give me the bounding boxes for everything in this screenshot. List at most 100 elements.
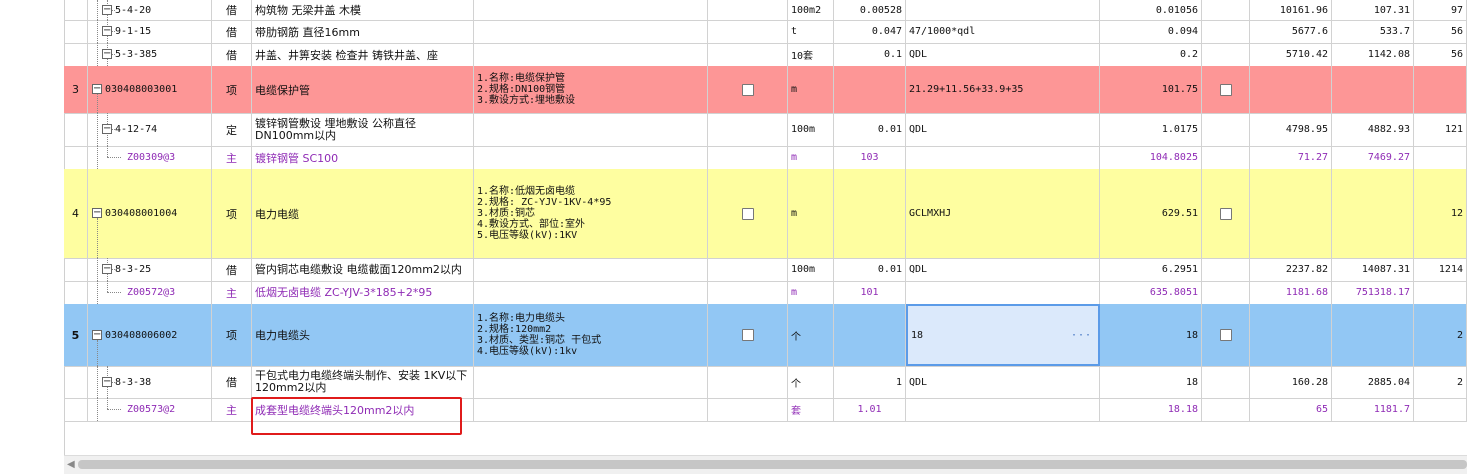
feature-cell[interactable] — [474, 0, 708, 20]
formula-cell[interactable]: QDL — [906, 43, 1100, 66]
total-cell[interactable] — [1332, 66, 1414, 113]
code-cell[interactable]: −5-3-385 — [88, 43, 212, 66]
qty-cell[interactable] — [834, 304, 906, 366]
eng-qty-cell[interactable]: 0.01056 — [1100, 0, 1202, 20]
total-cell[interactable]: 2885.04 — [1332, 366, 1414, 398]
formula-cell[interactable] — [906, 146, 1100, 169]
checkbox-cell-2[interactable] — [1202, 398, 1250, 421]
list-item-row[interactable]: 4 −030408001004 项 电力电缆 1.名称:低烟无卤电缆 2.规格: ZC-… — [64, 169, 1467, 259]
code-cell[interactable]: −9-1-15 — [88, 20, 212, 43]
eng-qty-cell[interactable]: 0.094 — [1100, 20, 1202, 43]
qty-cell[interactable]: 0.047 — [834, 20, 906, 43]
overflow-cell[interactable]: 121 — [1414, 113, 1467, 146]
overflow-cell[interactable] — [1414, 398, 1467, 421]
formula-cell[interactable]: 21.29+11.56+33.9+35 — [906, 66, 1100, 113]
checkbox-cell[interactable] — [708, 169, 788, 258]
feature-cell[interactable]: 1.名称:电力电缆头 2.规格:120mm2 3.材质、类型:铜芯 干包式 4.… — [474, 304, 708, 366]
type-cell[interactable]: 借 — [212, 0, 252, 20]
qty-cell[interactable]: 0.1 — [834, 43, 906, 66]
checkbox[interactable] — [741, 207, 754, 220]
checkbox-cell-2[interactable] — [1202, 20, 1250, 43]
name-cell[interactable]: 镀锌钢管敷设 埋地敷设 公称直径DN100mm以内 — [252, 113, 474, 146]
minus-box-icon[interactable]: − — [102, 124, 112, 134]
type-cell[interactable]: 借 — [212, 20, 252, 43]
row-number-cell[interactable] — [64, 20, 88, 43]
minus-box-icon[interactable]: − — [92, 84, 102, 94]
total-cell[interactable]: 107.31 — [1332, 0, 1414, 20]
material-row[interactable]: Z00309@3 主 镀锌钢管 SC100 m 103 104.8025 71.27 7469… — [64, 146, 1467, 170]
total-cell[interactable]: 533.7 — [1332, 20, 1414, 43]
name-cell[interactable]: 管内铜芯电缆敷设 电缆截面120mm2以内 — [252, 258, 474, 281]
feature-cell[interactable] — [474, 113, 708, 146]
row-number-cell[interactable] — [64, 0, 88, 20]
formula-cell[interactable]: QDL — [906, 113, 1100, 146]
total-cell[interactable]: 4882.93 — [1332, 113, 1414, 146]
eng-qty-cell[interactable]: 635.8051 — [1100, 281, 1202, 304]
row-number-cell[interactable] — [64, 113, 88, 146]
code-cell[interactable]: −4-12-74 — [88, 113, 212, 146]
checkbox[interactable] — [741, 329, 754, 341]
qty-cell[interactable] — [834, 66, 906, 113]
unit-cell[interactable]: 100m — [788, 113, 834, 146]
unit-price-cell[interactable]: 2237.82 — [1250, 258, 1332, 281]
unit-price-cell[interactable]: 1181.68 — [1250, 281, 1332, 304]
minus-box-icon[interactable]: − — [102, 5, 112, 15]
type-cell[interactable]: 借 — [212, 43, 252, 66]
code-cell[interactable]: −030408001004 — [88, 169, 212, 258]
quota-row[interactable]: −9-1-15 借 带肋钢筋 直径16mm t 0.047 47/1000*qdl 0.09… — [64, 20, 1467, 44]
checkbox-cell[interactable] — [708, 43, 788, 66]
code-cell[interactable]: −5-4-20 — [88, 0, 212, 20]
unit-price-cell[interactable] — [1250, 304, 1332, 366]
name-cell[interactable]: 电力电缆头 — [252, 304, 474, 366]
qty-cell[interactable]: 0.01 — [834, 113, 906, 146]
type-cell[interactable]: 主 — [212, 398, 252, 421]
checkbox-cell[interactable] — [708, 66, 788, 113]
total-cell[interactable]: 751318.17 — [1332, 281, 1414, 304]
name-cell[interactable]: 干包式电力电缆终端头制作、安装 1KV以下 120mm2以内 — [252, 366, 474, 398]
overflow-cell[interactable]: 12 — [1414, 169, 1467, 258]
material-row[interactable]: Z00572@3 主 低烟无卤电缆 ZC-YJV-3*185+2*95 m 101 635… — [64, 281, 1467, 305]
eng-qty-cell[interactable]: 1.0175 — [1100, 113, 1202, 146]
minus-box-icon[interactable]: − — [92, 208, 102, 218]
row-number-cell[interactable] — [64, 43, 88, 66]
name-cell[interactable]: 电缆保护管 — [252, 66, 474, 113]
row-number-cell[interactable] — [64, 146, 88, 169]
feature-cell[interactable] — [474, 43, 708, 66]
feature-cell[interactable] — [474, 366, 708, 398]
code-cell[interactable]: −8-3-25 — [88, 258, 212, 281]
unit-cell[interactable]: 100m — [788, 258, 834, 281]
feature-cell[interactable] — [474, 281, 708, 304]
feature-cell[interactable]: 1.名称:低烟无卤电缆 2.规格: ZC-YJV-1KV-4*95 3.材质:铜… — [474, 169, 708, 258]
overflow-cell[interactable]: 97 — [1414, 0, 1467, 20]
feature-cell[interactable]: 1.名称:电缆保护管 2.规格:DN100钢管 3.敷设方式:埋地敷设 — [474, 66, 708, 113]
quota-row[interactable]: −5-4-20 借 构筑物 无梁井盖 木模 100m2 0.00528 0.01056 10… — [64, 0, 1467, 21]
quota-row[interactable]: −5-3-385 借 井盖、井箅安装 检查井 铸铁井盖、座 10套 0.1 QDL 0.2 5… — [64, 43, 1467, 67]
unit-cell[interactable]: 个 — [788, 304, 834, 366]
qty-cell[interactable]: 101 — [834, 281, 906, 304]
checkbox-cell[interactable] — [708, 20, 788, 43]
overflow-cell[interactable] — [1414, 281, 1467, 304]
type-cell[interactable]: 定 — [212, 113, 252, 146]
row-number-cell[interactable] — [64, 398, 88, 421]
row-number-cell[interactable] — [64, 258, 88, 281]
checkbox-cell-2[interactable] — [1202, 169, 1250, 258]
unit-cell[interactable]: 个 — [788, 366, 834, 398]
checkbox[interactable] — [1219, 207, 1232, 220]
unit-cell[interactable]: m — [788, 146, 834, 169]
horizontal-scrollbar[interactable]: ◀ — [64, 455, 1467, 474]
row-number-cell[interactable]: 4 — [64, 169, 88, 258]
quota-row[interactable]: −4-12-74 定 镀锌钢管敷设 埋地敷设 公称直径DN100mm以内 100m 0.… — [64, 113, 1467, 147]
qty-cell[interactable]: 0.00528 — [834, 0, 906, 20]
checkbox[interactable] — [1219, 83, 1232, 96]
eng-qty-cell[interactable]: 0.2 — [1100, 43, 1202, 66]
qty-cell[interactable] — [834, 169, 906, 258]
checkbox-cell[interactable] — [708, 366, 788, 398]
eng-qty-cell[interactable]: 101.75 — [1100, 66, 1202, 113]
checkbox-cell[interactable] — [708, 304, 788, 366]
checkbox-cell[interactable] — [708, 398, 788, 421]
unit-cell[interactable]: t — [788, 20, 834, 43]
checkbox-cell-2[interactable] — [1202, 258, 1250, 281]
unit-cell[interactable]: 套 — [788, 398, 834, 421]
checkbox-cell[interactable] — [708, 281, 788, 304]
overflow-cell[interactable]: 2 — [1414, 366, 1467, 398]
